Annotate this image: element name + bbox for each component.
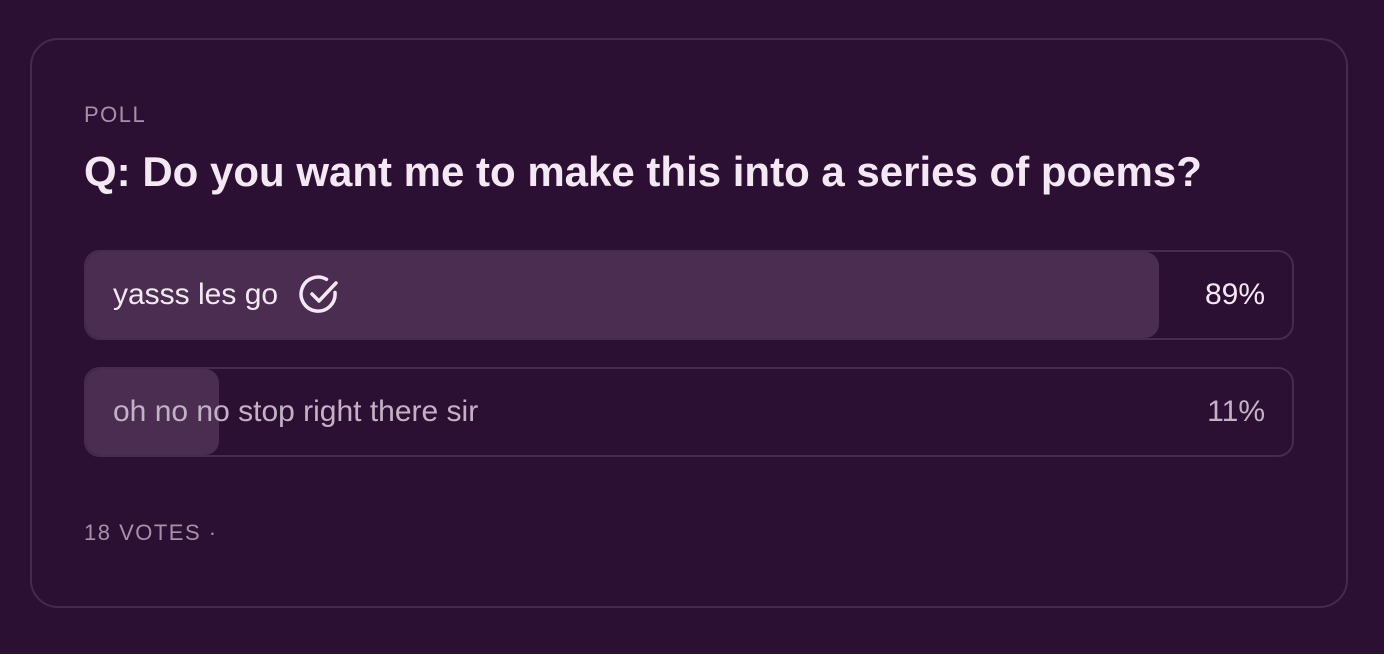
vote-count: 18 VOTES ·	[84, 520, 218, 545]
poll-option-no[interactable]: oh no no stop right there sir 11%	[84, 367, 1294, 457]
poll-question: Q: Do you want me to make this into a se…	[84, 148, 1202, 195]
poll-option-percent: 89%	[1204, 278, 1265, 311]
poll-label: POLL	[84, 102, 147, 127]
poll-option-label-row: yasss les go	[113, 252, 342, 338]
check-circle-icon	[298, 273, 342, 317]
poll-option-label-row: oh no no stop right there sir	[113, 369, 478, 455]
poll-option-text: oh no no stop right there sir	[113, 395, 479, 428]
poll-option-percent: 11%	[1207, 395, 1265, 428]
poll-option-text: yasss les go	[113, 278, 279, 311]
poll-option-yes[interactable]: yasss les go 89%	[84, 250, 1294, 340]
